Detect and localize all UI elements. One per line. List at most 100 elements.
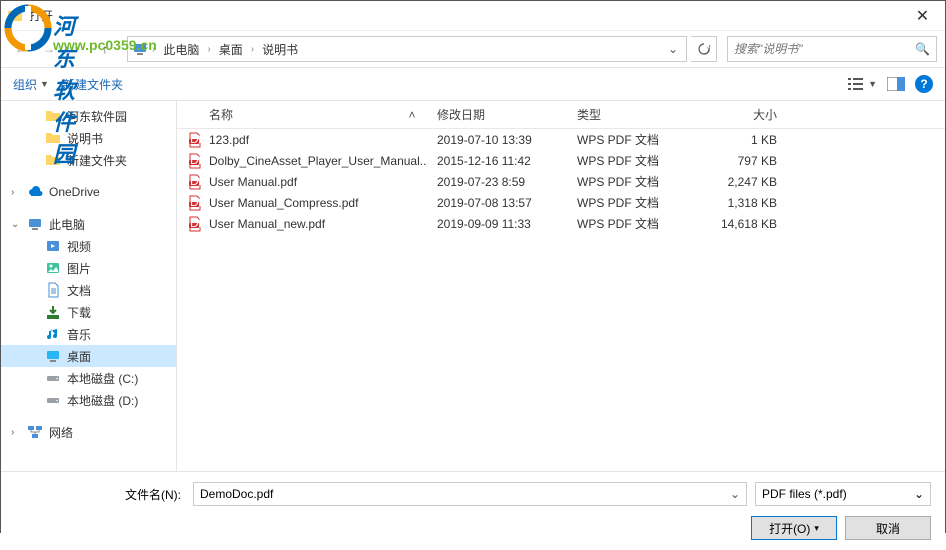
view-options-button[interactable]: ▼ [848,77,877,91]
tree-thispc[interactable]: ⌄此电脑 [1,213,176,235]
tree-network[interactable]: ›网络 [1,421,176,443]
open-button[interactable]: 打开(O)▾ [751,516,837,540]
forward-button[interactable]: → [37,37,61,61]
column-headers: 名称˄ 修改日期 类型 大小 [177,101,945,129]
breadcrumb-item[interactable]: 说明书 [258,41,302,58]
search-icon[interactable]: 🔍 [915,42,930,56]
pc-icon [132,41,148,57]
content-area: 河东软件园 说明书 新建文件夹 ›OneDrive ⌄此电脑 视频图片文档下载音… [1,101,945,471]
file-type: WPS PDF 文档 [567,152,687,169]
pc-icon [27,216,43,232]
chevron-down-icon: ⌄ [11,219,21,230]
cancel-button[interactable]: 取消 [845,516,931,540]
column-size[interactable]: 大小 [687,106,787,123]
list-view-icon [848,77,866,91]
pdf-file-icon: PDF [187,174,203,190]
pdf-file-icon: PDF [187,195,203,211]
file-name: User Manual_Compress.pdf [209,196,358,210]
file-list: 名称˄ 修改日期 类型 大小 PDF 123.pdf 2019-07-10 13:3… [177,101,945,471]
breadcrumb[interactable]: › 此电脑 › 桌面 › 说明书 ⌄ [127,36,687,62]
music-icon [45,326,61,342]
tree-pc-item[interactable]: 文档 [1,279,176,301]
file-row[interactable]: PDF User Manual.pdf 2019-07-23 8:59WPS PDF… [177,171,945,192]
file-date: 2019-07-08 13:57 [427,196,567,210]
folder-icon [7,8,23,24]
tree-pc-item[interactable]: 桌面 [1,345,176,367]
filename-input[interactable] [200,487,730,501]
svg-text:PDF: PDF [187,153,203,167]
file-size: 2,247 KB [687,175,787,189]
svg-text:PDF: PDF [187,132,203,146]
chevron-right-icon: › [150,44,157,55]
tree-pc-item[interactable]: 下载 [1,301,176,323]
file-type: WPS PDF 文档 [567,215,687,232]
tree-folder[interactable]: 新建文件夹 [1,149,176,171]
breadcrumb-item[interactable]: 桌面 [215,41,247,58]
tree-pc-item[interactable]: 音乐 [1,323,176,345]
file-row[interactable]: PDF User Manual_Compress.pdf 2019-07-08 13… [177,192,945,213]
sort-indicator-icon: ˄ [407,108,417,122]
image-icon [45,260,61,276]
file-type: WPS PDF 文档 [567,194,687,211]
organize-button[interactable]: 组织▼ [13,76,49,93]
breadcrumb-dropdown[interactable]: ⌄ [664,42,682,56]
tree-folder[interactable]: 说明书 [1,127,176,149]
pdf-file-icon: PDF [187,216,203,232]
file-row[interactable]: PDF 123.pdf 2019-07-10 13:39WPS PDF 文档1 KB [177,129,945,150]
column-name[interactable]: 名称˄ [177,106,427,123]
breadcrumb-item[interactable]: 此电脑 [159,41,203,58]
chevron-down-icon[interactable]: ⌄ [730,487,740,501]
search-input[interactable] [734,42,915,56]
file-name: 123.pdf [209,133,249,147]
chevron-right-icon: › [249,44,256,55]
tree-pc-item[interactable]: 图片 [1,257,176,279]
titlebar: 打开 ✕ [1,1,945,31]
download-icon [45,304,61,320]
filetype-filter[interactable]: PDF files (*.pdf) ⌄ [755,482,931,506]
toolbar: 组织▼ 新建文件夹 ▼ ? [1,67,945,101]
file-row[interactable]: PDF Dolby_CineAsset_Player_User_Manual...… [177,150,945,171]
tree-pc-item[interactable]: 本地磁盘 (C:) [1,367,176,389]
file-size: 1 KB [687,133,787,147]
svg-text:PDF: PDF [187,216,203,230]
file-name: Dolby_CineAsset_Player_User_Manual... [209,154,427,168]
pdf-file-icon: PDF [187,153,203,169]
file-name: User Manual.pdf [209,175,297,189]
file-date: 2019-07-10 13:39 [427,133,567,147]
column-type[interactable]: 类型 [567,106,687,123]
preview-icon [887,77,905,91]
doc-icon [45,282,61,298]
help-button[interactable]: ? [915,75,933,93]
new-folder-button[interactable]: 新建文件夹 [63,76,123,93]
refresh-button[interactable] [691,36,717,62]
up-button[interactable]: ↑ [93,37,117,61]
tree-folder[interactable]: 河东软件园 [1,105,176,127]
preview-pane-button[interactable] [887,77,905,91]
column-date[interactable]: 修改日期 [427,106,567,123]
search-box[interactable]: 🔍 [727,36,937,62]
refresh-icon [697,42,711,56]
filename-combobox[interactable]: ⌄ [193,482,747,506]
file-size: 14,618 KB [687,217,787,231]
file-date: 2019-07-23 8:59 [427,175,567,189]
file-row[interactable]: PDF User Manual_new.pdf 2019-09-09 11:33WP… [177,213,945,234]
chevron-right-icon: › [205,44,212,55]
pdf-file-icon: PDF [187,132,203,148]
recent-dropdown[interactable]: ▾ [65,37,89,61]
file-date: 2019-09-09 11:33 [427,217,567,231]
back-button[interactable]: ← [9,37,33,61]
drive-icon [45,370,61,386]
tree-pc-item[interactable]: 本地磁盘 (D:) [1,389,176,411]
file-type: WPS PDF 文档 [567,131,687,148]
file-size: 1,318 KB [687,196,787,210]
svg-text:PDF: PDF [187,174,203,188]
file-name: User Manual_new.pdf [209,217,325,231]
filename-label: 文件名(N): [15,486,185,503]
file-type: WPS PDF 文档 [567,173,687,190]
close-button[interactable]: ✕ [900,1,945,31]
tree-pc-item[interactable]: 视频 [1,235,176,257]
tree-onedrive[interactable]: ›OneDrive [1,181,176,203]
navbar: ← → ▾ ↑ › 此电脑 › 桌面 › 说明书 ⌄ 🔍 [1,31,945,67]
drive-icon [45,392,61,408]
video-icon [45,238,61,254]
